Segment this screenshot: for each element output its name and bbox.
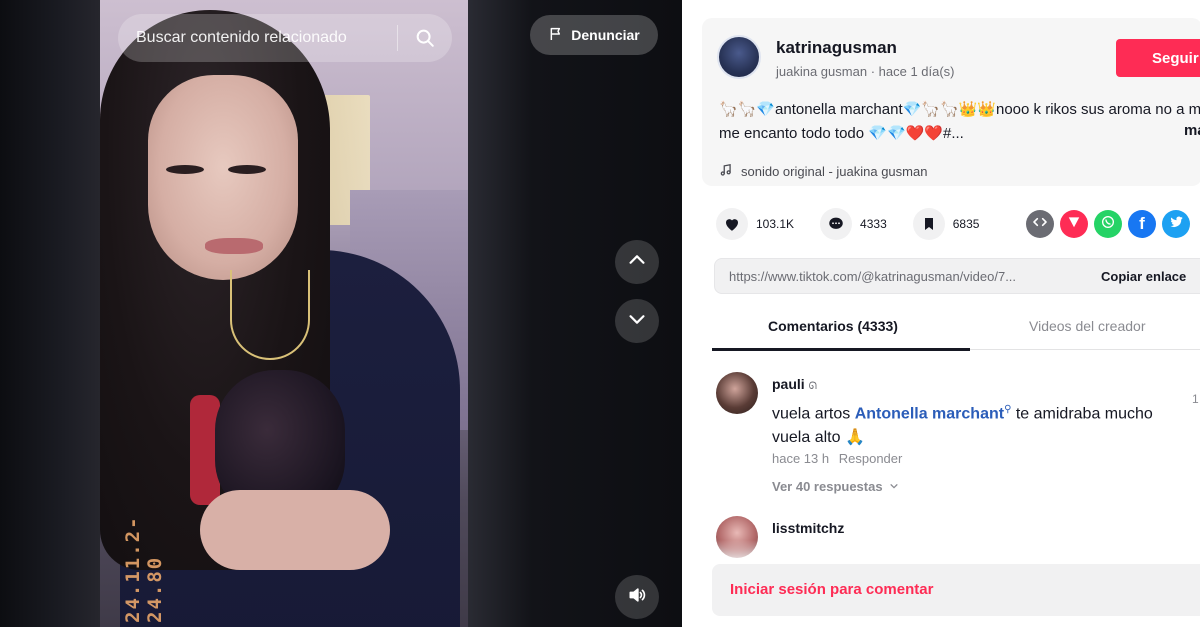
- like-button[interactable]: 103.1K: [716, 208, 794, 240]
- person-hand: [200, 490, 390, 570]
- whatsapp-icon: [1100, 214, 1116, 235]
- video-blur-background-left: [0, 0, 100, 627]
- reply-button[interactable]: Responder: [839, 451, 903, 466]
- commenter-name[interactable]: pauli: [772, 376, 805, 392]
- creator-liked-icon: ᘏ: [808, 381, 817, 392]
- active-tab-indicator: [712, 348, 970, 351]
- follow-button[interactable]: Seguir: [1116, 39, 1200, 77]
- embed-code-icon: [1032, 214, 1048, 235]
- sound-link[interactable]: sonido original - juakina gusman: [719, 163, 927, 180]
- report-button[interactable]: Denunciar: [530, 15, 658, 55]
- sound-name[interactable]: sonido original - juakina gusman: [741, 164, 927, 179]
- login-to-comment-bar[interactable]: Iniciar sesión para comentar: [712, 564, 1200, 616]
- person-necklace: [230, 270, 310, 360]
- related-search-placeholder[interactable]: Buscar contenido relacionado: [136, 29, 397, 47]
- creator-subline: juakina gusman · hace 1 día(s): [776, 64, 955, 79]
- paper-plane-icon: [1067, 215, 1081, 234]
- chevron-up-icon: [626, 249, 648, 276]
- person-eye-left: [166, 165, 204, 174]
- creator-avatar[interactable]: [717, 35, 761, 79]
- content-tabs: Comentarios (4333) Videos del creador: [712, 304, 1200, 351]
- video-player[interactable]: 24.11.2-24.80 Buscar contenido relaciona…: [0, 0, 682, 627]
- comment-button[interactable]: 4333: [820, 208, 887, 240]
- chevron-down-icon: [626, 308, 648, 335]
- share-link-box: https://www.tiktok.com/@katrinagusman/vi…: [714, 258, 1200, 294]
- comment-text: vuela artos Antonella marchant⚲ te amidr…: [772, 398, 1162, 450]
- chevron-down-icon: [889, 479, 899, 494]
- commenter-avatar[interactable]: [716, 372, 758, 414]
- engagement-actions: 103.1K 4333 6835: [716, 207, 1005, 241]
- video-date-stamp: 24.11.2-24.80: [122, 515, 166, 623]
- facebook-icon: f: [1139, 214, 1145, 233]
- person-lips: [205, 238, 263, 254]
- post-description: 🦙🦙💎antonella marchant💎🦙🦙👑👑nooo k rikos s…: [719, 101, 1200, 142]
- search-icon[interactable]: [398, 14, 452, 62]
- tab-creator-videos[interactable]: Videos del creador: [1029, 318, 1145, 334]
- comment-text-start: vuela artos: [772, 405, 855, 423]
- volume-icon: [627, 585, 647, 610]
- bookmark-icon: [912, 208, 945, 240]
- copy-link-button[interactable]: Copiar enlace: [1101, 269, 1186, 284]
- save-button[interactable]: 6835: [912, 208, 980, 240]
- post-details-panel: katrinagusman juakina gusman · hace 1 dí…: [682, 0, 1200, 627]
- post-time: hace 1 día(s): [878, 64, 955, 79]
- person-eye-right: [228, 165, 266, 174]
- next-video-button[interactable]: [615, 299, 659, 343]
- whatsapp-share-button[interactable]: [1094, 210, 1122, 238]
- more-link[interactable]: más: [1184, 122, 1200, 139]
- comment-mention[interactable]: Antonella marchant: [855, 405, 1004, 422]
- share-url[interactable]: https://www.tiktok.com/@katrinagusman/vi…: [729, 269, 1089, 284]
- music-note-icon: [719, 163, 733, 180]
- view-replies-label: Ver 40 respuestas: [772, 479, 883, 494]
- post-info-card: katrinagusman juakina gusman · hace 1 dí…: [702, 18, 1200, 186]
- commenter-username[interactable]: lisstmitchz: [772, 520, 844, 536]
- like-count: 103.1K: [756, 217, 795, 231]
- login-to-comment-label[interactable]: Iniciar sesión para comentar: [730, 581, 933, 598]
- creator-nickname[interactable]: juakina gusman: [776, 64, 867, 79]
- commenter-username[interactable]: pauli ᘏ: [772, 376, 817, 392]
- facebook-share-button[interactable]: f: [1128, 210, 1156, 238]
- comment-count: 4333: [860, 217, 887, 231]
- comment-time: hace 13 h: [772, 451, 830, 466]
- save-count: 6835: [952, 217, 980, 231]
- flag-icon: [548, 26, 564, 45]
- send-to-friends-button[interactable]: [1060, 210, 1088, 238]
- twitter-icon: [1169, 214, 1184, 234]
- twitter-share-button[interactable]: [1162, 210, 1190, 238]
- tab-comments[interactable]: Comentarios (4333): [768, 318, 898, 334]
- view-replies-button[interactable]: Ver 40 respuestas: [772, 479, 899, 494]
- video-frame[interactable]: 24.11.2-24.80: [100, 0, 468, 627]
- related-search-bar[interactable]: Buscar contenido relacionado: [118, 14, 452, 62]
- embed-share-button[interactable]: [1026, 210, 1054, 238]
- comment-like-count[interactable]: 1: [1192, 392, 1199, 406]
- subline-separator: ·: [870, 64, 879, 79]
- comments-fade: [682, 540, 1200, 564]
- creator-username[interactable]: katrinagusman: [776, 38, 897, 58]
- report-label: Denunciar: [571, 27, 640, 43]
- heart-icon: [716, 208, 748, 240]
- previous-video-button[interactable]: [615, 240, 659, 284]
- comment-item: pauli ᘏ vuela artos Antonella marchant⚲ …: [716, 372, 1199, 502]
- comment-meta: hace 13 h Responder: [772, 451, 902, 466]
- comment-icon: [820, 208, 853, 240]
- volume-button[interactable]: [615, 575, 659, 619]
